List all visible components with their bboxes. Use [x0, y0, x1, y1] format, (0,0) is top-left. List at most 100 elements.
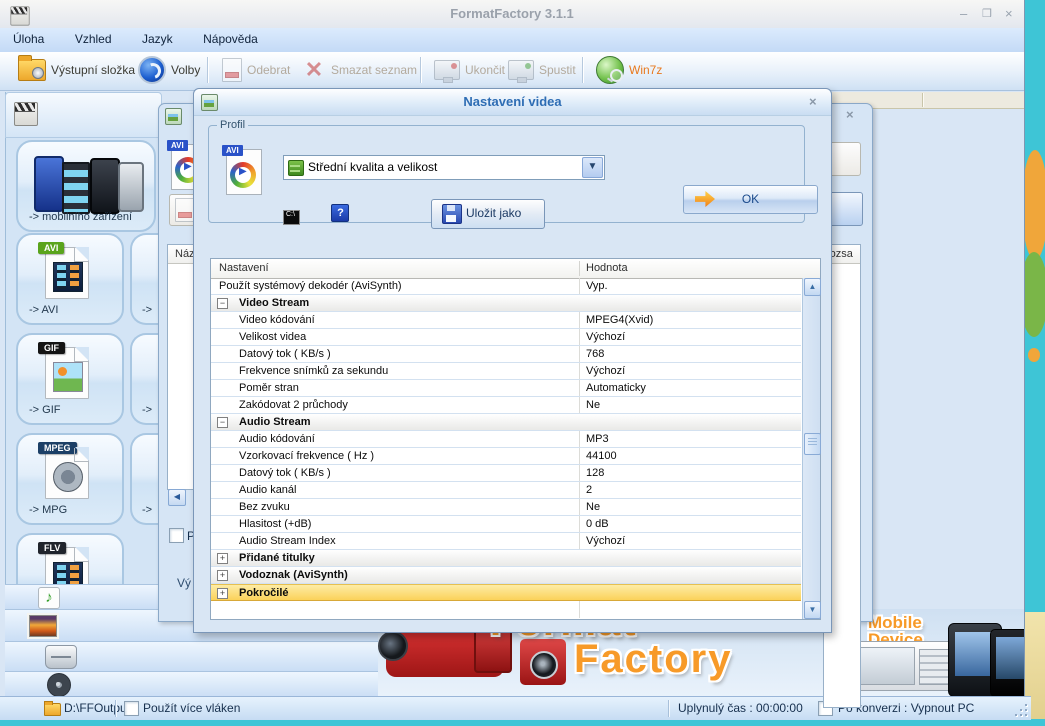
table-row[interactable]: + Přidané titulky — [211, 550, 801, 567]
sidebar-video-tiles: -> mobilního zařízení AVI -> AVI -> GIF … — [5, 136, 160, 584]
table-row[interactable]: Hlasitost (+dB) 0 dB — [211, 516, 801, 533]
options-button[interactable]: Volby — [132, 55, 206, 85]
expand-toggle-icon[interactable]: + — [217, 570, 228, 581]
flv-file-icon: FLV — [38, 542, 89, 584]
table-row[interactable]: Vzorkovací frekvence ( Hz ) 44100 — [211, 448, 801, 465]
menu-jazyk[interactable]: Jazyk — [129, 28, 186, 52]
scrollbar-thumb[interactable] — [804, 433, 821, 455]
camera-lens — [530, 651, 558, 679]
background-checkbox[interactable] — [169, 528, 184, 543]
expand-toggle-icon[interactable]: + — [217, 553, 228, 564]
save-as-button[interactable]: Uložit jako — [431, 199, 545, 229]
commandline-icon[interactable]: C:\ — [283, 210, 300, 225]
table-row[interactable]: Poměr stran Automaticky — [211, 380, 801, 397]
stop-button[interactable]: Ukončit — [428, 55, 511, 85]
sidebar-section-advanced[interactable]: Pokročilé — [5, 671, 378, 720]
tile-partial[interactable]: -> — [130, 433, 160, 525]
sidebar-section-video[interactable] — [5, 92, 162, 138]
clear-list-icon: ✕ — [304, 57, 324, 82]
smartphone-image — [990, 629, 1024, 696]
table-row[interactable]: Datový tok ( KB/s ) 768 — [211, 346, 801, 363]
menu-uloha[interactable]: Úloha — [0, 28, 57, 52]
remove-button[interactable]: Odebrat — [216, 55, 296, 85]
table-row[interactable]: Audio kanál 2 — [211, 482, 801, 499]
resize-grip[interactable] — [1015, 704, 1027, 716]
table-row[interactable]: Frekvence snímků za sekundu Výchozí — [211, 363, 801, 380]
task-header-divider — [922, 93, 924, 107]
tile-to-gif[interactable]: GIF -> GIF — [16, 333, 124, 425]
menu-bar: Úloha Vzhled Jazyk Nápověda — [0, 28, 1024, 53]
minimize-button[interactable]: – — [960, 0, 967, 28]
settings-table-body: Použít systémový dekodér (AviSynth) Vyp.… — [211, 278, 801, 618]
help-icon[interactable]: ? — [331, 204, 350, 222]
menu-napoveda[interactable]: Nápověda — [190, 28, 271, 52]
remove-file-icon — [222, 58, 242, 82]
combobox-dropdown-icon[interactable]: ▼ — [582, 157, 603, 178]
window-titlebar[interactable]: FormatFactory 3.1.1 – ❒ × — [0, 0, 1024, 29]
tile-to-mobile-device[interactable]: -> mobilního zařízení — [16, 140, 156, 232]
table-row[interactable]: Audio kódování MP3 — [211, 431, 801, 448]
column-value[interactable]: Hodnota — [586, 262, 628, 274]
logo-factory: Factory — [574, 637, 733, 681]
output-path-folder-icon[interactable] — [44, 701, 61, 716]
tile-label: -> MPG — [29, 504, 68, 516]
profil-legend: Profil — [220, 119, 246, 131]
win7z-button[interactable]: Win7z — [590, 55, 668, 85]
background-window-close-button[interactable]: × — [846, 107, 854, 122]
output-folder-button[interactable]: Výstupní složka — [12, 55, 141, 85]
scroll-down-icon[interactable]: ▼ — [804, 601, 821, 619]
tile-to-mpg[interactable]: MPEG -> MPG — [16, 433, 124, 525]
table-scrollbar[interactable]: ▲ ▼ — [802, 278, 821, 619]
table-row[interactable]: Použít systémový dekodér (AviSynth) Vyp. — [211, 278, 801, 295]
desktop-background-right — [1020, 0, 1045, 719]
toolbar-separator — [207, 57, 209, 83]
sidebar-section-audio[interactable]: ♪ — [5, 584, 160, 610]
expand-toggle-icon[interactable]: + — [217, 588, 228, 599]
tile-partial[interactable]: -> — [130, 233, 160, 325]
table-row[interactable]: + Pokročilé — [211, 584, 801, 601]
tile-to-flv[interactable]: FLV — [16, 533, 124, 584]
column-settings[interactable]: Nastavení — [219, 262, 269, 274]
table-row[interactable]: Datový tok ( KB/s ) 128 — [211, 465, 801, 482]
dialog-titlebar[interactable]: Nastavení videa × — [194, 89, 831, 116]
statusbar-divider — [668, 700, 670, 717]
start-button[interactable]: Spustit — [502, 55, 582, 85]
video-section-icon — [14, 102, 38, 126]
output-path[interactable]: D:\FFOutput — [64, 697, 130, 720]
tile-label: -> GIF — [29, 404, 61, 416]
expand-toggle-icon[interactable]: − — [217, 417, 228, 428]
close-button[interactable]: × — [1005, 0, 1013, 28]
table-row[interactable]: Video kódování MPEG4(Xvid) — [211, 312, 801, 329]
table-row[interactable]: − Audio Stream — [211, 414, 801, 431]
tile-label: -> mobilního zařízení — [29, 211, 133, 223]
table-row[interactable]: − Video Stream — [211, 295, 801, 312]
multithread-checkbox[interactable] — [124, 701, 139, 716]
profile-quality-icon — [288, 160, 304, 176]
gif-file-icon: GIF — [38, 342, 89, 399]
hscroll-left-arrow[interactable]: ◀ — [168, 489, 186, 506]
output-folder-icon — [18, 55, 46, 81]
table-row[interactable]: Audio Stream Index Výchozí — [211, 533, 801, 550]
profil-groupbox: Profil AVI Střední kvalita a velikost ▼ … — [208, 119, 818, 229]
dialog-close-button[interactable]: × — [809, 89, 817, 115]
scroll-up-icon[interactable]: ▲ — [804, 278, 821, 296]
tile-partial[interactable]: -> — [130, 333, 160, 425]
cd-drive-icon — [45, 645, 77, 669]
file-list-column-name[interactable]: Náz — [168, 245, 195, 263]
menu-vzhled[interactable]: Vzhled — [62, 28, 125, 52]
expand-toggle-icon[interactable]: − — [217, 298, 228, 309]
window-title: FormatFactory 3.1.1 — [450, 6, 574, 21]
dialog-title: Nastavení videa — [463, 94, 562, 109]
profile-combobox[interactable]: Střední kvalita a velikost ▼ — [283, 155, 605, 180]
table-row[interactable]: + Vodoznak (AviSynth) — [211, 567, 801, 584]
ok-button[interactable]: OK — [683, 185, 818, 214]
table-row[interactable]: Zakódovat 2 průchody Ne — [211, 397, 801, 414]
table-row[interactable]: Bez zvuku Ne — [211, 499, 801, 516]
toolbar: Výstupní složka Volby Odebrat ✕ Smazat s… — [0, 52, 1024, 91]
clear-list-button[interactable]: ✕ Smazat seznam — [296, 55, 423, 85]
maximize-button[interactable]: ❒ — [982, 0, 992, 28]
sidebar-section-rom-device[interactable]: ROM zařízení\DVD\CD\ISO — [5, 641, 378, 692]
table-row[interactable]: Velikost videa Výchozí — [211, 329, 801, 346]
tile-to-avi[interactable]: AVI -> AVI — [16, 233, 124, 325]
video-settings-dialog: Nastavení videa × Profil AVI Střední kva… — [193, 88, 832, 633]
